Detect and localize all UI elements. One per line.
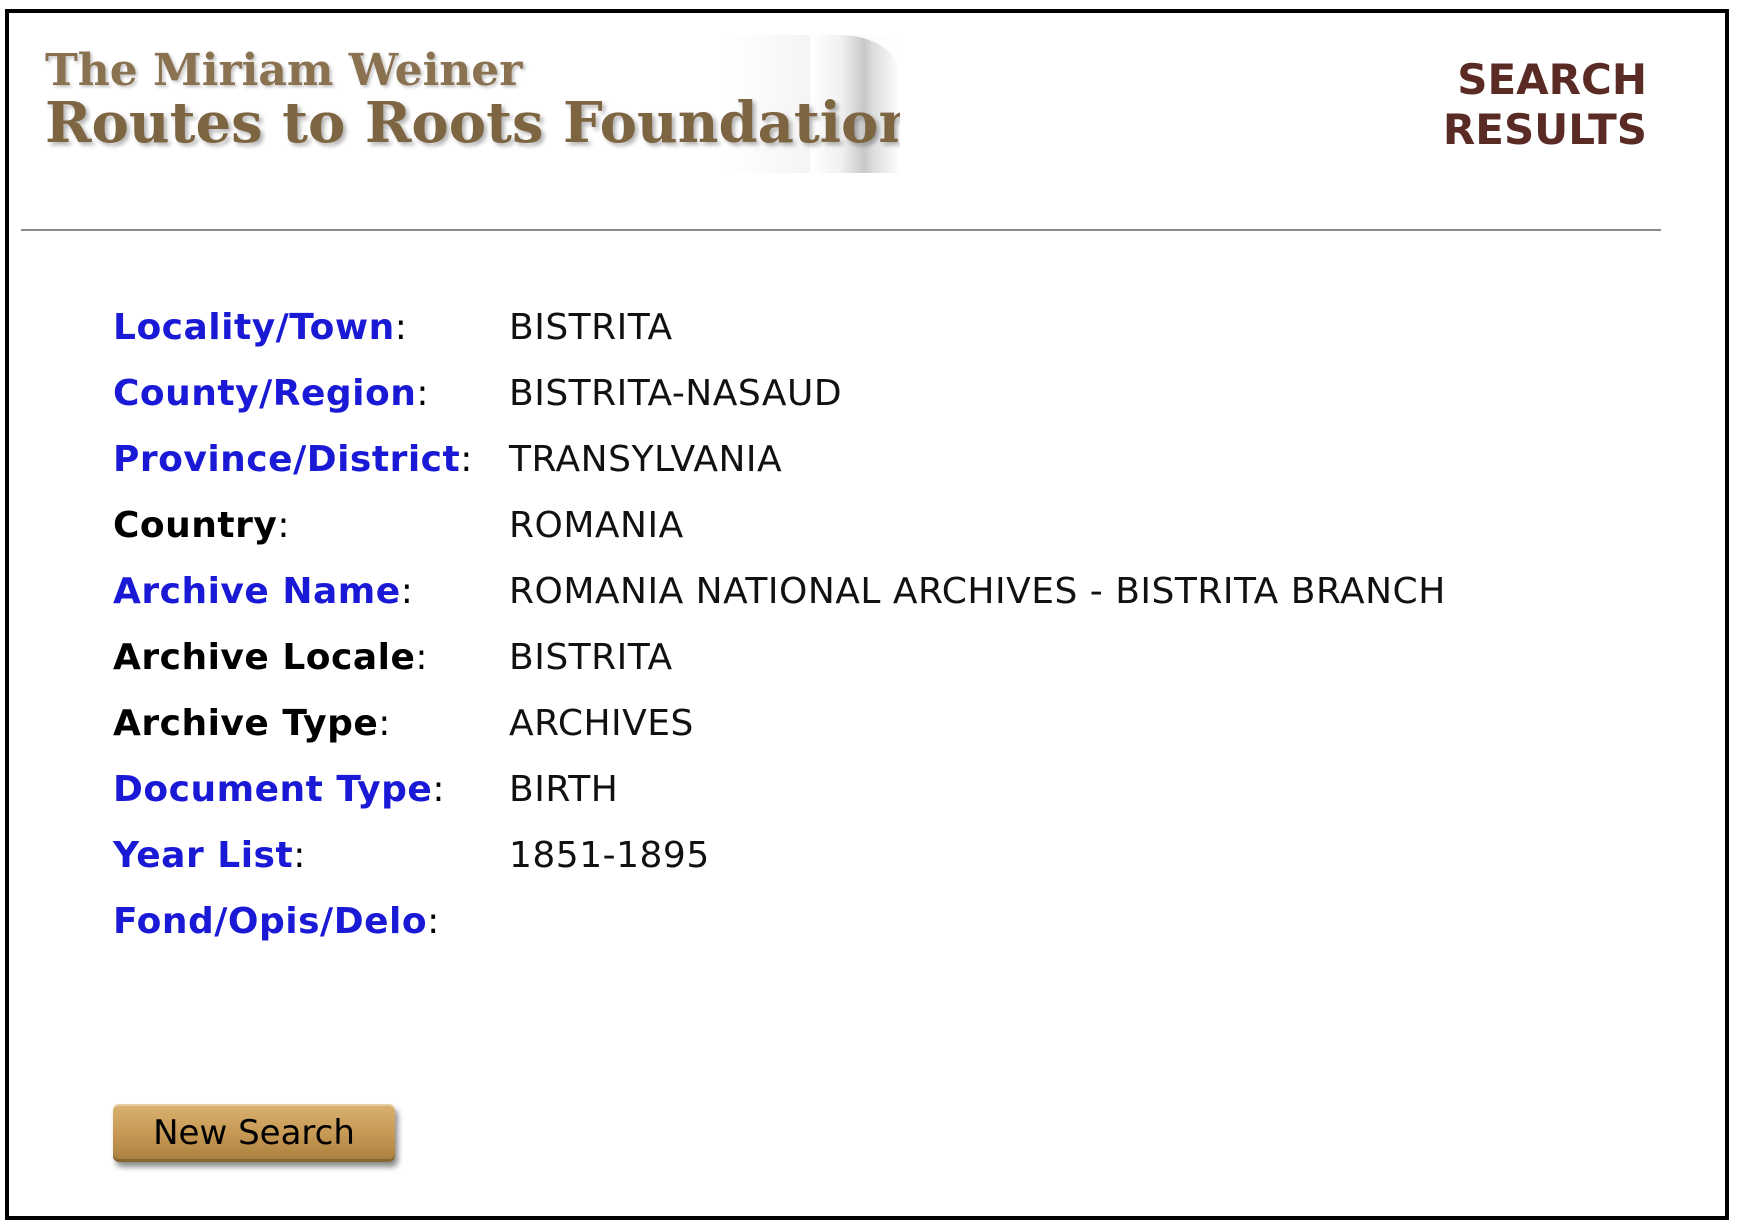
- field-value-archive-type: ARCHIVES: [509, 702, 694, 744]
- field-colon: :: [277, 504, 290, 546]
- field-colon: :: [460, 438, 473, 480]
- logo-subtitle: The Miriam Weiner: [45, 45, 523, 96]
- field-row-country: Country: ROMANIA: [113, 500, 683, 550]
- field-colon: :: [378, 702, 391, 744]
- field-label-document-type-link[interactable]: Document Type: [113, 769, 432, 810]
- field-value-document-type: BIRTH: [509, 768, 619, 810]
- field-value-country: ROMANIA: [509, 504, 684, 546]
- field-value-year-list: 1851-1895: [509, 834, 710, 876]
- field-label-country: Country: [113, 504, 278, 546]
- field-colon: :: [415, 636, 428, 678]
- field-colon: :: [416, 372, 429, 414]
- field-label-locality-link[interactable]: Locality/Town: [113, 307, 395, 348]
- header-divider: [21, 229, 1661, 231]
- page-title-line1: SEARCH: [1457, 55, 1647, 104]
- field-colon: :: [432, 768, 445, 810]
- logo-title: Routes to Roots Foundation: [45, 90, 900, 156]
- field-label-archive-name-link[interactable]: Archive Name: [113, 571, 401, 612]
- field-value-province: TRANSYLVANIA: [509, 438, 783, 480]
- field-label-county-link[interactable]: County/Region: [113, 373, 416, 414]
- field-colon: :: [394, 306, 407, 348]
- site-banner: The Miriam Weiner Routes to Roots Founda…: [20, 35, 900, 173]
- field-row-province: Province/District: TRANSYLVANIA: [113, 434, 782, 484]
- field-label-archive-locale: Archive Locale: [113, 636, 416, 678]
- field-row-archive-type: Archive Type: ARCHIVES: [113, 698, 693, 748]
- page-title-line2: RESULTS: [1442, 105, 1647, 154]
- field-label-archive-type: Archive Type: [113, 702, 379, 744]
- field-value-county: BISTRITA-NASAUD: [509, 372, 843, 414]
- field-colon: :: [293, 834, 306, 876]
- page-title: SEARCH RESULTS: [1443, 55, 1647, 155]
- field-colon: :: [400, 570, 413, 612]
- field-value-locality: BISTRITA: [509, 306, 673, 348]
- field-label-year-list-link[interactable]: Year List: [113, 835, 293, 876]
- page-frame: The Miriam Weiner Routes to Roots Founda…: [5, 9, 1729, 1220]
- field-row-county: County/Region: BISTRITA-NASAUD: [113, 368, 842, 418]
- field-value-archive-locale: BISTRITA: [509, 636, 673, 678]
- field-row-archive-name: Archive Name: ROMANIA NATIONAL ARCHIVES …: [113, 566, 1445, 616]
- field-value-archive-name: ROMANIA NATIONAL ARCHIVES - BISTRITA BRA…: [509, 570, 1446, 612]
- field-label-province-link[interactable]: Province/District: [113, 439, 460, 480]
- field-colon: :: [427, 900, 440, 942]
- field-row-year-list: Year List: 1851-1895: [113, 830, 709, 880]
- field-row-document-type: Document Type: BIRTH: [113, 764, 618, 814]
- field-label-fond-opis-delo-link[interactable]: Fond/Opis/Delo: [113, 901, 427, 942]
- field-row-locality: Locality/Town: BISTRITA: [113, 302, 672, 352]
- new-search-button[interactable]: New Search: [113, 1104, 395, 1162]
- field-row-fond-opis-delo: Fond/Opis/Delo:: [113, 896, 439, 946]
- field-row-archive-locale: Archive Locale: BISTRITA: [113, 632, 672, 682]
